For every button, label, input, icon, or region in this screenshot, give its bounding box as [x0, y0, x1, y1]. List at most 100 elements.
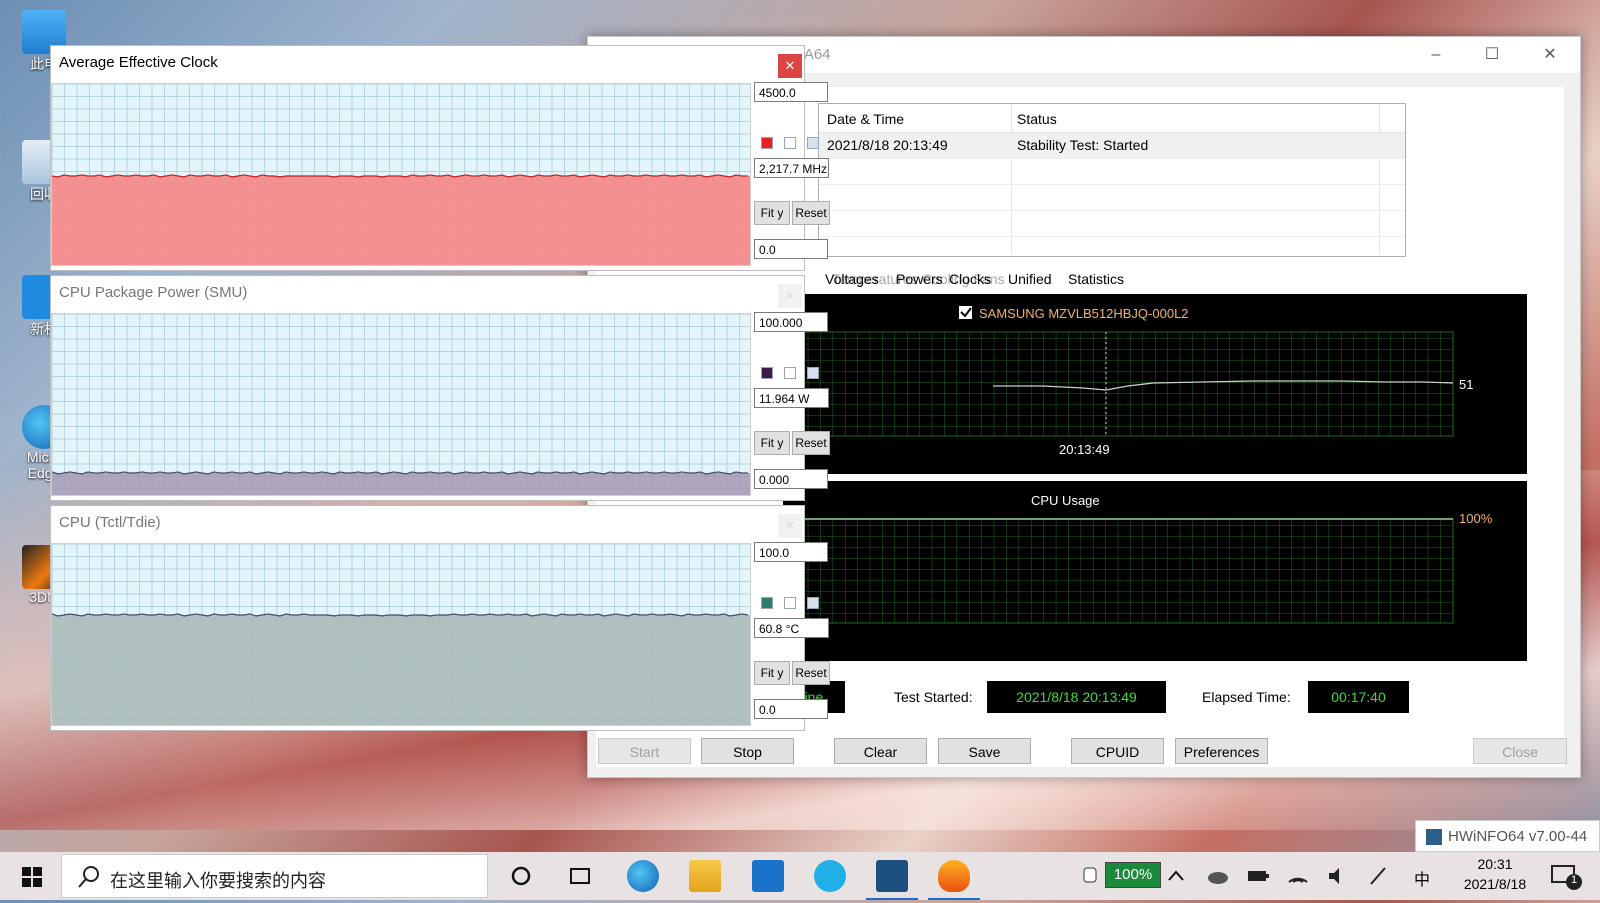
col-status[interactable]: Status	[1017, 111, 1057, 127]
max-value-field[interactable]: 100.000	[754, 312, 828, 332]
volume-icon[interactable]	[1325, 860, 1351, 892]
ie-icon[interactable]	[814, 860, 846, 892]
color-swatch[interactable]	[761, 597, 773, 609]
graph-title: Average Effective Clock	[59, 54, 218, 71]
wifi-icon[interactable]	[1285, 860, 1311, 892]
tab-unified[interactable]: Unified	[1008, 271, 1052, 287]
hwinfo-tray-tooltip[interactable]: HWiNFO64 v7.00-44	[1415, 820, 1600, 852]
test-started-value: 2021/8/18 20:13:49	[987, 681, 1166, 713]
aida64-taskbar-icon[interactable]	[876, 860, 908, 892]
cpuid-button[interactable]: CPUID	[1071, 738, 1164, 764]
onedrive-icon[interactable]	[1205, 860, 1231, 892]
minimize-button[interactable]: –	[1408, 37, 1464, 73]
close-icon[interactable]: ✕	[778, 54, 802, 78]
tab-clocks[interactable]: Clocks	[949, 271, 991, 287]
clear-button[interactable]: Clear	[834, 738, 927, 764]
graph-plot	[51, 313, 751, 496]
option-checkbox[interactable]	[784, 137, 796, 149]
min-value-field[interactable]: 0.0	[754, 239, 828, 259]
test-started-label: Test Started:	[894, 689, 973, 705]
elapsed-time-label: Elapsed Time:	[1202, 689, 1291, 705]
notification-badge: 1	[1571, 874, 1578, 886]
current-value-field: 11.964 W	[754, 388, 829, 408]
color-swatch[interactable]	[761, 137, 773, 149]
time-label: 20:13:49	[1059, 442, 1110, 457]
battery-icon[interactable]	[1245, 860, 1271, 892]
fit-y-button[interactable]: Fit y	[754, 201, 790, 225]
tab-powers[interactable]: Powers	[896, 271, 943, 287]
pen-icon[interactable]	[1365, 860, 1391, 892]
cpu-usage-title: CPU Usage	[1031, 493, 1100, 508]
option-checkbox[interactable]	[784, 597, 796, 609]
close-window-button[interactable]: ✕	[1522, 37, 1578, 73]
max-value-field[interactable]: 4500.0	[754, 82, 828, 102]
clock-time[interactable]: 20:31	[1455, 856, 1535, 872]
maximize-button[interactable]: ☐	[1464, 37, 1520, 73]
edge-taskbar-icon[interactable]	[627, 860, 659, 892]
hwinfo-graph-window-power: CPU Package Power (SMU) ✕ 100.000 11.964…	[50, 275, 830, 501]
option-checkbox[interactable]	[784, 367, 796, 379]
option-checkbox[interactable]	[807, 137, 819, 149]
file-explorer-icon[interactable]	[689, 860, 721, 892]
table-row[interactable]: 2021/8/18 20:13:49 Stability Test: Start…	[819, 133, 1405, 159]
option-checkbox[interactable]	[807, 367, 819, 379]
search-icon	[78, 866, 99, 888]
option-checkbox[interactable]	[807, 597, 819, 609]
start-button[interactable]	[8, 852, 56, 900]
search-box[interactable]: 在这里输入你要搜索的内容	[61, 854, 488, 898]
current-value-field: 60.8 °C	[754, 618, 829, 638]
battery-percent-badge[interactable]: 100%	[1105, 862, 1161, 888]
graph-fill	[52, 176, 750, 265]
hwinfo-graph-window-temp: CPU (Tctl/Tdie) ✕ 100.0 60.8 °C Fit y Re…	[50, 505, 830, 731]
chevron-up-icon[interactable]	[1164, 860, 1188, 892]
status-table: Date & Time Status 2021/8/18 20:13:49 St…	[818, 103, 1406, 257]
power-plug-icon[interactable]	[1080, 860, 1100, 892]
temperature-value: 51	[1459, 377, 1474, 392]
ime-indicator[interactable]: 中	[1414, 866, 1430, 890]
col-date-time[interactable]: Date & Time	[827, 111, 904, 127]
clock-date[interactable]: 2021/8/18	[1445, 876, 1545, 892]
tab-statistics[interactable]: Statistics	[1068, 271, 1124, 287]
cpu-usage-value: 100%	[1459, 511, 1493, 526]
graph-plot	[51, 543, 751, 726]
reset-button[interactable]: Reset	[792, 201, 830, 225]
min-value-field[interactable]: 0.0	[754, 699, 828, 719]
fit-y-button[interactable]: Fit y	[754, 661, 790, 685]
temperature-graph: SAMSUNG MZVLB512HBJQ-000L2 20:13:49 51	[782, 294, 1527, 474]
stop-button[interactable]: Stop	[701, 738, 794, 764]
search-placeholder: 在这里输入你要搜索的内容	[110, 871, 326, 891]
hwinfo-taskbar-icon[interactable]	[938, 860, 970, 892]
close-icon[interactable]: ✕	[778, 514, 802, 538]
start-button[interactable]: Start	[598, 738, 691, 764]
hwinfo-icon	[1426, 829, 1442, 845]
preferences-button[interactable]: Preferences	[1175, 738, 1268, 764]
hwinfo-graph-window-clock: Average Effective Clock ✕ 4500.0 2,217.7…	[50, 45, 830, 271]
graph-plot	[51, 83, 751, 266]
device-label: SAMSUNG MZVLB512HBJQ-000L2	[979, 306, 1189, 321]
temperature-graph-plot	[782, 306, 1454, 437]
graph-title: CPU Package Power (SMU)	[59, 284, 248, 301]
current-value-field: 2,217.7 MHz	[754, 158, 829, 178]
mail-icon[interactable]	[752, 860, 784, 892]
graph-title: CPU (Tctl/Tdie)	[59, 514, 161, 531]
elapsed-time-value: 00:17:40	[1308, 681, 1409, 713]
task-view-icon[interactable]	[564, 860, 596, 892]
taskbar: 在这里输入你要搜索的内容 100% 中 20:31 2021/8/18 1	[0, 852, 1600, 900]
min-value-field[interactable]: 0.000	[754, 469, 828, 489]
windows-icon	[22, 867, 42, 887]
cpu-usage-graph-plot	[782, 518, 1454, 624]
max-value-field[interactable]: 100.0	[754, 542, 828, 562]
cortana-icon[interactable]	[505, 860, 537, 892]
tab-voltages[interactable]: Voltages	[825, 271, 879, 287]
close-icon[interactable]: ✕	[778, 284, 802, 308]
notification-center-icon[interactable]: 1	[1548, 860, 1584, 892]
cpu-usage-graph: CPU Usage 100%	[782, 481, 1527, 661]
fit-y-button[interactable]: Fit y	[754, 431, 790, 455]
graph-fill	[52, 615, 750, 725]
status-table-header: Date & Time Status	[819, 104, 1405, 133]
reset-button[interactable]: Reset	[792, 661, 830, 685]
close-button[interactable]: Close	[1473, 738, 1567, 764]
reset-button[interactable]: Reset	[792, 431, 830, 455]
color-swatch[interactable]	[761, 367, 773, 379]
save-button[interactable]: Save	[938, 738, 1031, 764]
